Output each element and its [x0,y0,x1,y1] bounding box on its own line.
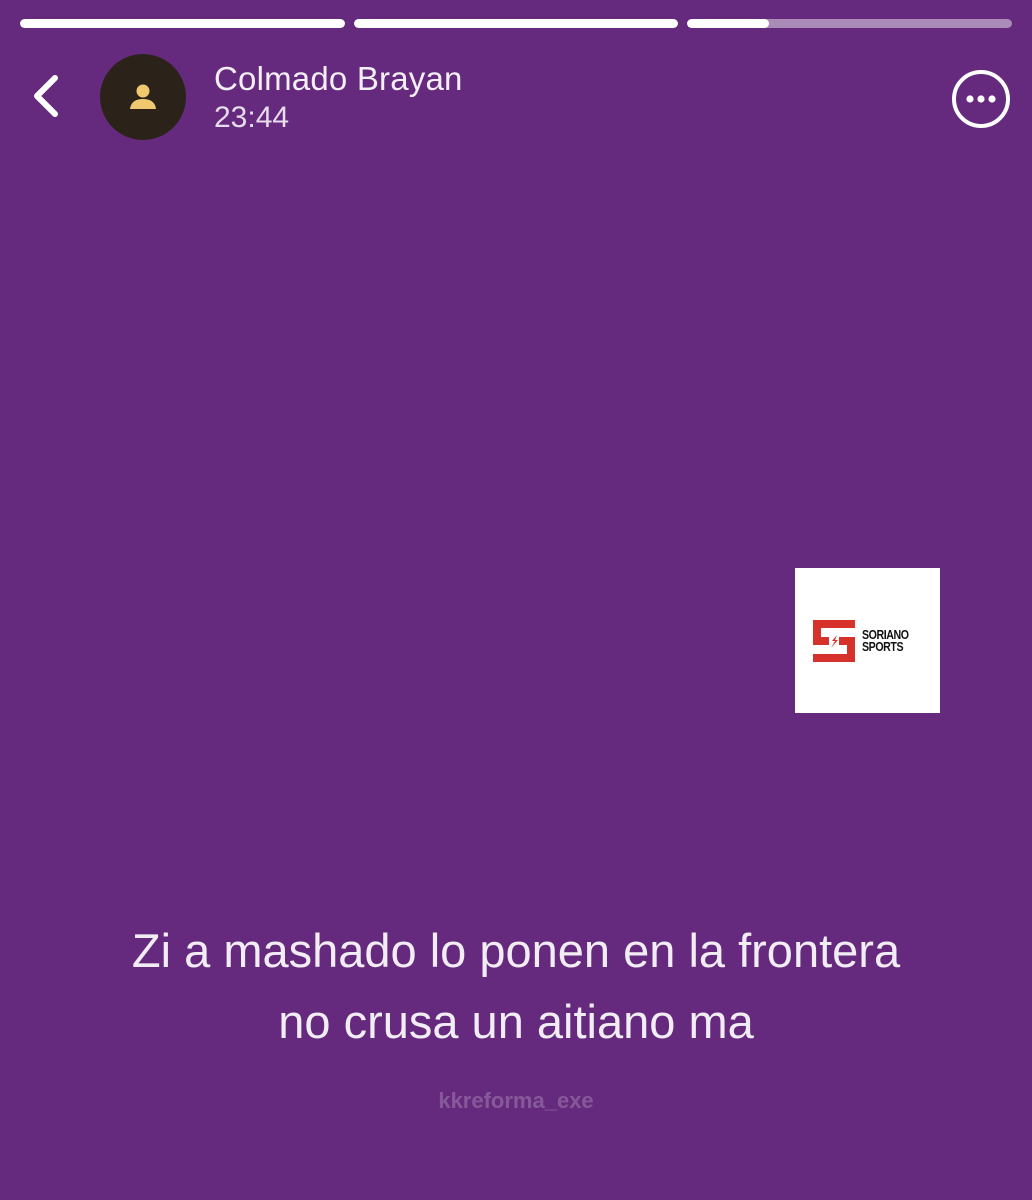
more-options-button[interactable] [952,70,1010,128]
story-viewer: Colmado Brayan 23:44 SORIANO SPORTS Zi a… [0,0,1032,1200]
story-timestamp: 23:44 [214,101,290,134]
progress-fill-3 [687,19,769,28]
sticker-brand-line2: SPORTS [862,639,904,654]
progress-segment-3 [687,19,1013,28]
story-progress [20,19,1013,29]
back-button[interactable] [22,66,70,126]
soriano-sports-logo-icon [813,619,855,662]
story-caption: Zi a mashado lo ponen en la frontera no … [0,915,1032,1057]
chevron-left-icon [34,75,58,117]
soriano-sports-sticker: SORIANO SPORTS [795,568,940,713]
progress-segment-2 [353,19,679,28]
sticker-brand-text: SORIANO SPORTS [862,628,913,654]
progress-fill-1 [20,19,345,28]
progress-fill-2 [353,19,679,28]
avatar[interactable] [100,54,186,140]
watermark: kkreforma_exe [438,1088,594,1113]
caption-line-1: Zi a mashado lo ponen en la frontera [131,924,901,977]
more-horizontal-icon [966,95,996,103]
story-username[interactable]: Colmado Brayan [214,60,463,98]
caption-line-2: no crusa un aitiano ma [278,995,754,1048]
progress-segment-1 [20,19,345,28]
user-icon [130,84,156,109]
